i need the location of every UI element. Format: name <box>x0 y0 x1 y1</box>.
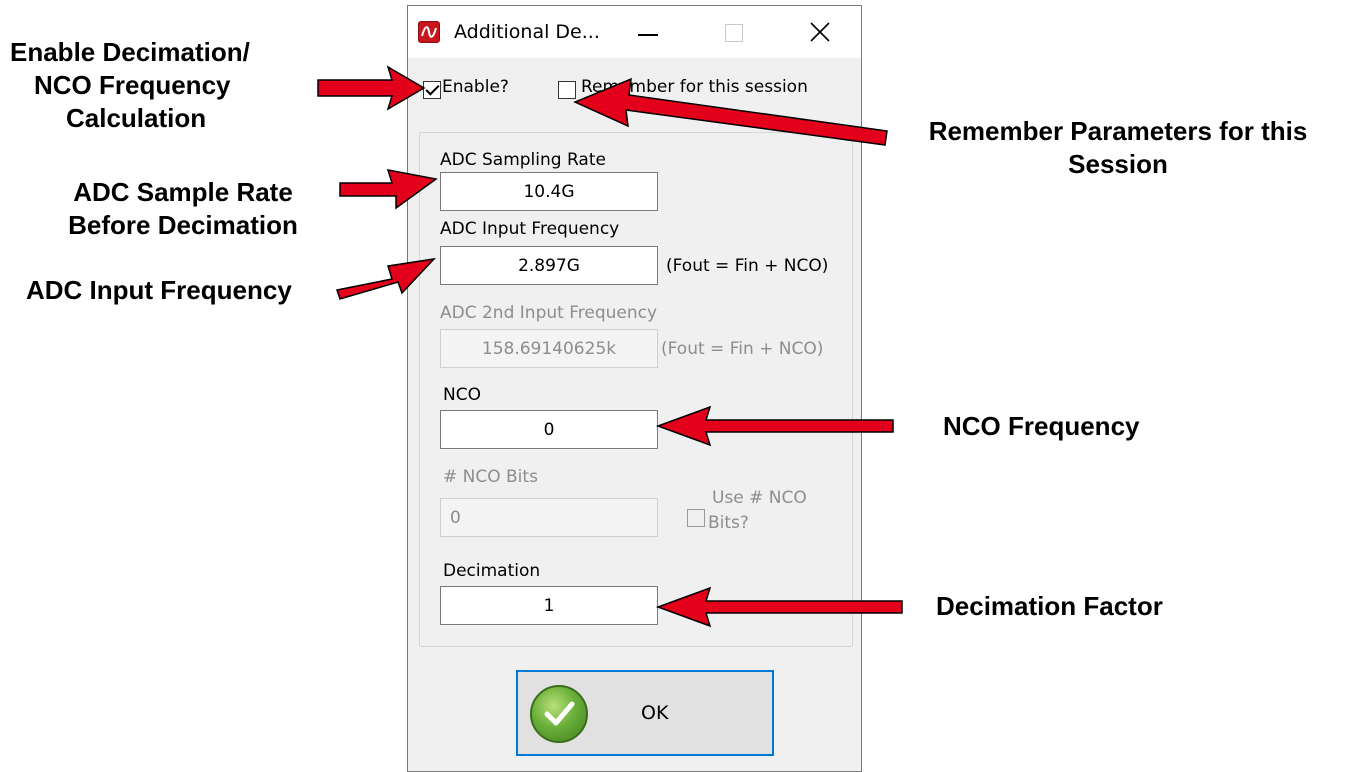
arrow-nco <box>655 405 894 447</box>
annotation-arrows <box>317 65 903 628</box>
arrow-sample-rate <box>339 169 438 210</box>
arrow-remember <box>573 77 888 146</box>
arrow-decimation <box>655 586 903 628</box>
arrow-input-frequency <box>336 257 437 300</box>
arrow-enable <box>317 65 426 111</box>
